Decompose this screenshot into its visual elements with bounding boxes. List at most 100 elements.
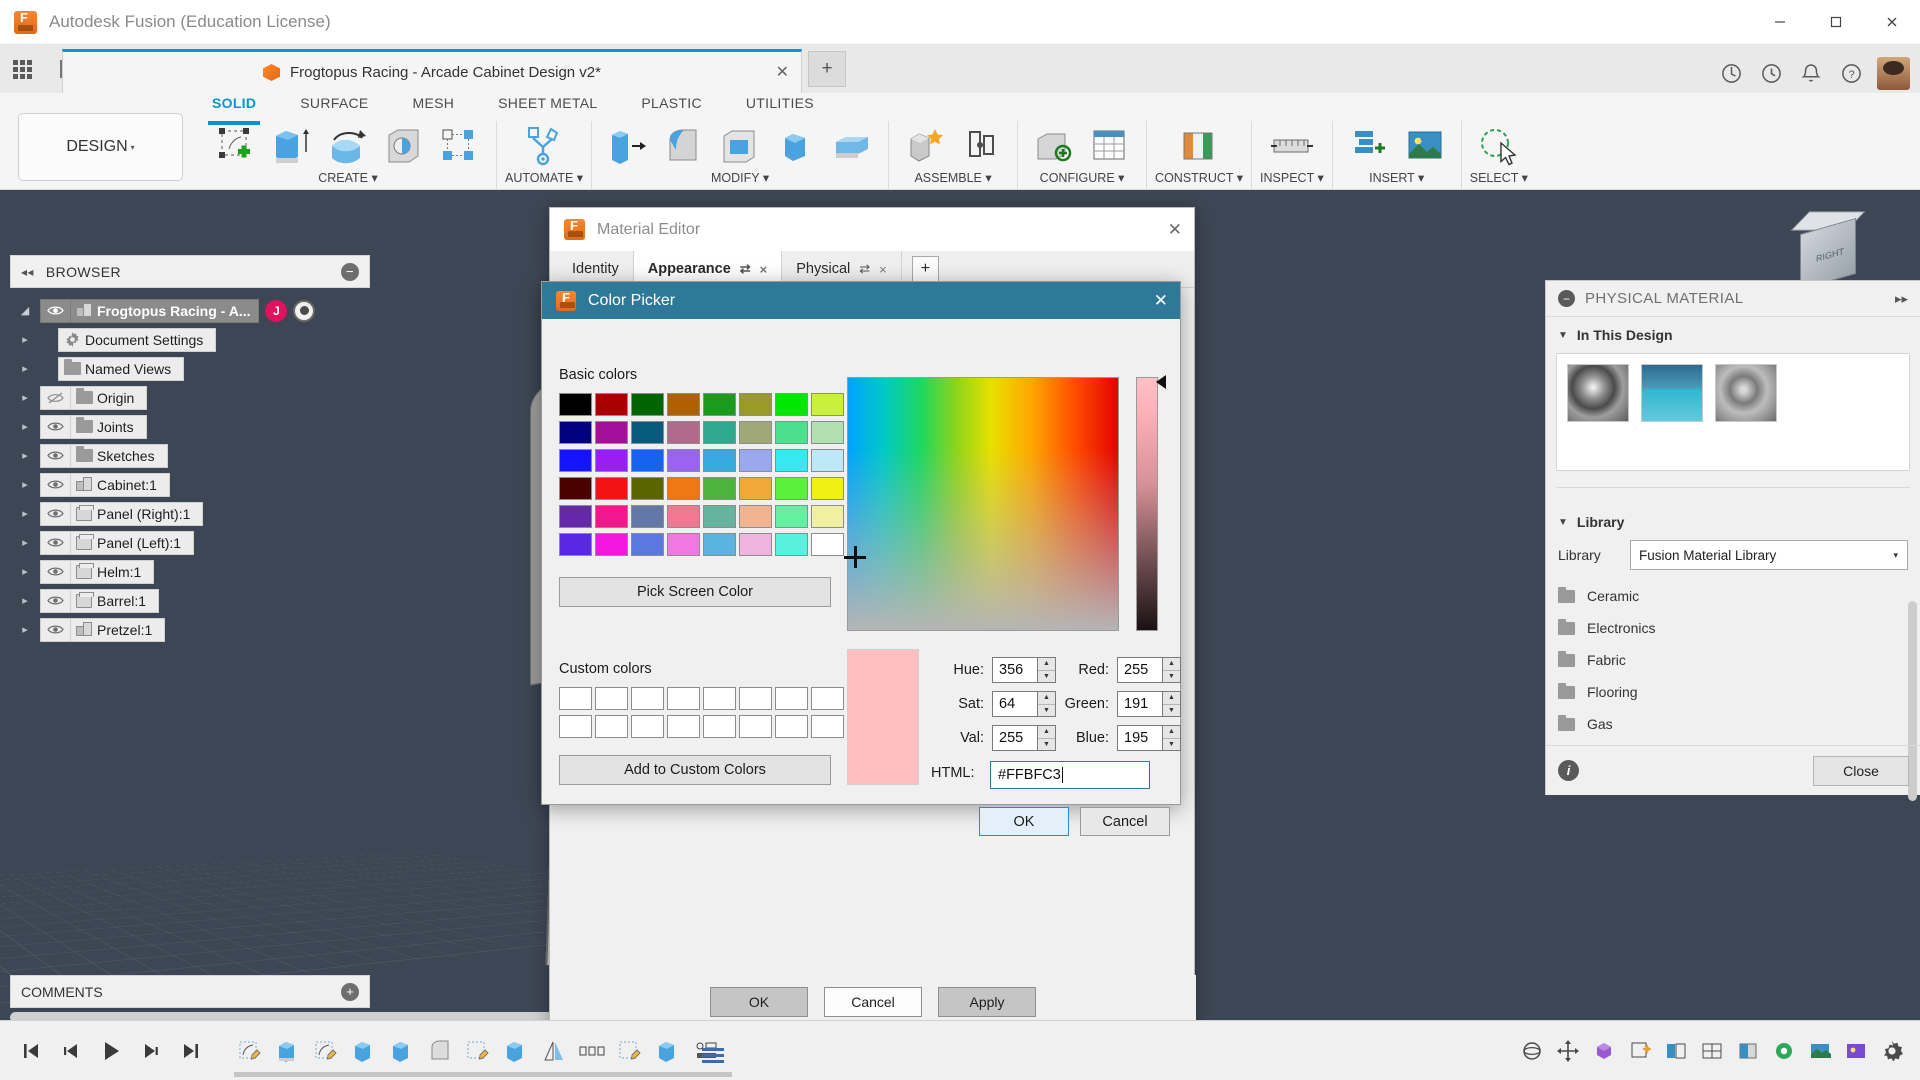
spin-up-icon[interactable]: ▲ — [1163, 658, 1180, 671]
ribbon-tab-plastic[interactable]: PLASTIC — [619, 93, 723, 119]
browser-item-helm[interactable]: ▸ Helm:1 — [10, 557, 370, 586]
expand-arrow-icon[interactable]: ▸ — [10, 333, 40, 346]
custom-color-swatch-12[interactable] — [703, 715, 736, 738]
fillet-icon[interactable] — [656, 123, 712, 169]
browser-item-chip[interactable]: Sketches — [70, 443, 168, 468]
custom-color-swatch-8[interactable] — [559, 715, 592, 738]
display-settings-icon[interactable] — [1590, 1037, 1618, 1065]
document-tab-active[interactable]: Frogtopus Racing - Arcade Cabinet Design… — [62, 49, 802, 93]
sat-input[interactable]: 64 ▲ ▼ — [992, 691, 1056, 717]
custom-color-swatch-10[interactable] — [631, 715, 664, 738]
visibility-eye-icon[interactable] — [40, 472, 70, 497]
step-forward-icon[interactable] — [138, 1041, 164, 1061]
configuration-table-icon[interactable] — [1082, 123, 1138, 169]
spin-down-icon[interactable]: ▼ — [1163, 705, 1180, 717]
basic-color-swatch-6[interactable] — [775, 393, 808, 416]
expand-arrow-icon[interactable]: ▸ — [10, 362, 40, 375]
expand-arrow-icon[interactable]: ▸ — [10, 565, 40, 578]
custom-color-swatch-9[interactable] — [595, 715, 628, 738]
library-item-gas[interactable]: Gas — [1546, 708, 1920, 740]
color-picker-title-bar[interactable]: Color Picker ✕ — [542, 282, 1180, 319]
color-picker-ok-button[interactable]: OK — [979, 807, 1069, 836]
blue-stepper[interactable]: ▲ ▼ — [1162, 725, 1181, 751]
basic-color-swatch-38[interactable] — [775, 505, 808, 528]
skip-to-start-icon[interactable] — [18, 1041, 44, 1061]
browser-minimize-icon[interactable]: − — [341, 262, 359, 281]
pattern-icon[interactable] — [432, 123, 488, 169]
basic-color-swatch-44[interactable] — [703, 533, 736, 556]
timeline-display-settings-icon[interactable] — [700, 1046, 728, 1068]
offset-plane-icon[interactable] — [1171, 123, 1227, 169]
in-this-design-section-title[interactable]: ▼ In This Design — [1546, 317, 1920, 349]
spin-down-icon[interactable]: ▼ — [1038, 705, 1055, 717]
timeline-mirror-icon[interactable] — [538, 1036, 570, 1066]
measure-icon[interactable] — [1264, 123, 1320, 169]
add-document-tab-button[interactable]: + — [808, 51, 846, 87]
ribbon-panel-create-title[interactable]: CREATE ▾ — [318, 170, 378, 185]
hue-input[interactable]: 356 ▲ ▼ — [992, 657, 1056, 683]
custom-color-swatch-15[interactable] — [811, 715, 844, 738]
custom-color-swatch-6[interactable] — [775, 687, 808, 710]
environment-icon[interactable] — [1806, 1037, 1834, 1065]
timeline-extrude-icon-2[interactable] — [348, 1036, 380, 1066]
basic-color-swatch-17[interactable] — [595, 449, 628, 472]
notifications-bell-icon[interactable] — [1791, 53, 1831, 93]
expand-arrow-icon[interactable]: ▸ — [10, 507, 40, 520]
expand-arrow-icon[interactable]: ▸ — [10, 478, 40, 491]
document-tab-close-icon[interactable]: ✕ — [776, 64, 789, 81]
material-editor-ok-button[interactable]: OK — [710, 987, 808, 1017]
add-to-custom-colors-button[interactable]: Add to Custom Colors — [559, 755, 831, 785]
spin-down-icon[interactable]: ▼ — [1038, 671, 1055, 683]
custom-color-swatch-5[interactable] — [739, 687, 772, 710]
browser-item-chip[interactable]: Named Views — [58, 356, 185, 381]
help-icon[interactable]: ? — [1831, 53, 1871, 93]
spin-down-icon[interactable]: ▼ — [1038, 739, 1055, 751]
custom-color-swatch-2[interactable] — [631, 687, 664, 710]
maximize-button[interactable] — [1808, 0, 1864, 45]
expand-arrow-icon[interactable]: ▸ — [10, 449, 40, 462]
expand-panel-icon[interactable]: ▸▸ — [1895, 291, 1908, 307]
library-item-fabric[interactable]: Fabric — [1546, 644, 1920, 676]
collapse-circle-icon[interactable]: − — [1558, 290, 1575, 307]
ribbon-panel-automate-title[interactable]: AUTOMATE ▾ — [505, 170, 583, 185]
expand-arrow-icon[interactable]: ◢ — [10, 304, 40, 317]
browser-item-chip[interactable]: Joints — [70, 414, 147, 439]
hue-stepper[interactable]: ▲ ▼ — [1037, 657, 1056, 683]
sat-stepper[interactable]: ▲ ▼ — [1037, 691, 1056, 717]
material-editor-close-icon[interactable]: ✕ — [1168, 220, 1182, 240]
combine-icon[interactable] — [824, 123, 880, 169]
layout-grid-icon[interactable] — [1698, 1037, 1726, 1065]
basic-color-swatch-0[interactable] — [559, 393, 592, 416]
green-input[interactable]: 191 ▲ ▼ — [1117, 691, 1181, 717]
minimize-button[interactable] — [1752, 0, 1808, 45]
ribbon-panel-select-title[interactable]: SELECT ▾ — [1470, 170, 1528, 185]
timeline-extrude-icon-4[interactable] — [500, 1036, 532, 1066]
activity-badge[interactable]: J — [265, 299, 288, 322]
basic-color-swatch-42[interactable] — [631, 533, 664, 556]
appearance-icon[interactable] — [1770, 1037, 1798, 1065]
revolve-icon[interactable] — [320, 123, 376, 169]
basic-color-swatch-19[interactable] — [667, 449, 700, 472]
close-button[interactable] — [1864, 0, 1920, 45]
visibility-eye-icon[interactable] — [40, 298, 70, 323]
basic-color-swatch-23[interactable] — [811, 449, 844, 472]
shell-icon[interactable] — [712, 123, 768, 169]
basic-color-swatch-12[interactable] — [703, 421, 736, 444]
orbit-icon[interactable] — [1518, 1037, 1546, 1065]
browser-item-origin[interactable]: ▸ Origin — [10, 383, 370, 412]
material-editor-title-bar[interactable]: Material Editor ✕ — [550, 208, 1194, 251]
recent-activity-icon[interactable] — [1751, 53, 1791, 93]
press-pull-icon[interactable] — [600, 123, 656, 169]
basic-color-swatch-29[interactable] — [739, 477, 772, 500]
color-picker-cancel-button[interactable]: Cancel — [1080, 807, 1170, 836]
saturation-value-field[interactable] — [847, 377, 1119, 631]
app-grid-icon[interactable] — [0, 49, 44, 89]
custom-color-swatch-13[interactable] — [739, 715, 772, 738]
timeline-extrude-icon-5[interactable] — [652, 1036, 684, 1066]
grid-snap-icon[interactable] — [1626, 1037, 1654, 1065]
add-comment-icon[interactable]: + — [341, 982, 359, 1001]
expand-arrow-icon[interactable]: ▸ — [10, 623, 40, 636]
hole-icon[interactable] — [376, 123, 432, 169]
red-stepper[interactable]: ▲ ▼ — [1162, 657, 1181, 683]
basic-color-swatch-28[interactable] — [703, 477, 736, 500]
